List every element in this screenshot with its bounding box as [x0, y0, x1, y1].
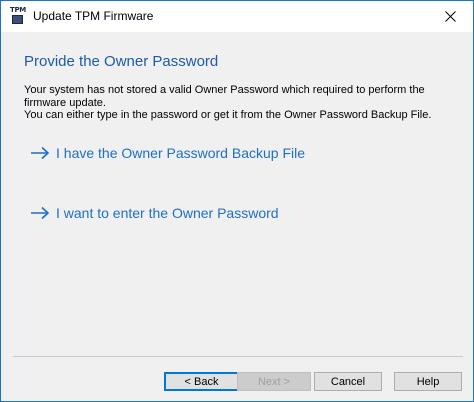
cancel-button[interactable]: Cancel [314, 372, 382, 391]
description-line-2: You can either type in the password or g… [24, 109, 432, 121]
arrow-right-icon [31, 206, 50, 220]
update-tpm-firmware-dialog: TPM Update TPM Firmware Provide the Owne… [0, 0, 474, 402]
dialog-content: Provide the Owner Password Your system h… [1, 32, 473, 401]
tpm-icon-label: TPM [10, 6, 26, 14]
description-line-1: Your system has not stored a valid Owner… [24, 84, 425, 109]
option-backup-file-label: I have the Owner Password Backup File [56, 145, 306, 161]
window-title: Update TPM Firmware [33, 9, 154, 23]
option-backup-file[interactable]: I have the Owner Password Backup File [30, 145, 305, 161]
tpm-chip-icon: TPM [9, 6, 27, 26]
arrow-right-icon [31, 146, 50, 160]
chip-shape [12, 15, 23, 24]
back-button[interactable]: < Back [164, 372, 239, 391]
close-button[interactable] [427, 1, 473, 32]
option-enter-password[interactable]: I want to enter the Owner Password [30, 205, 279, 221]
footer-divider [13, 356, 463, 357]
option-enter-password-label: I want to enter the Owner Password [56, 205, 279, 221]
title-bar: TPM Update TPM Firmware [1, 1, 473, 32]
close-icon [444, 11, 456, 22]
page-heading: Provide the Owner Password [24, 53, 219, 70]
help-button[interactable]: Help [394, 372, 462, 391]
description: Your system has not stored a valid Owner… [24, 84, 454, 122]
next-button[interactable]: Next > [237, 372, 311, 391]
